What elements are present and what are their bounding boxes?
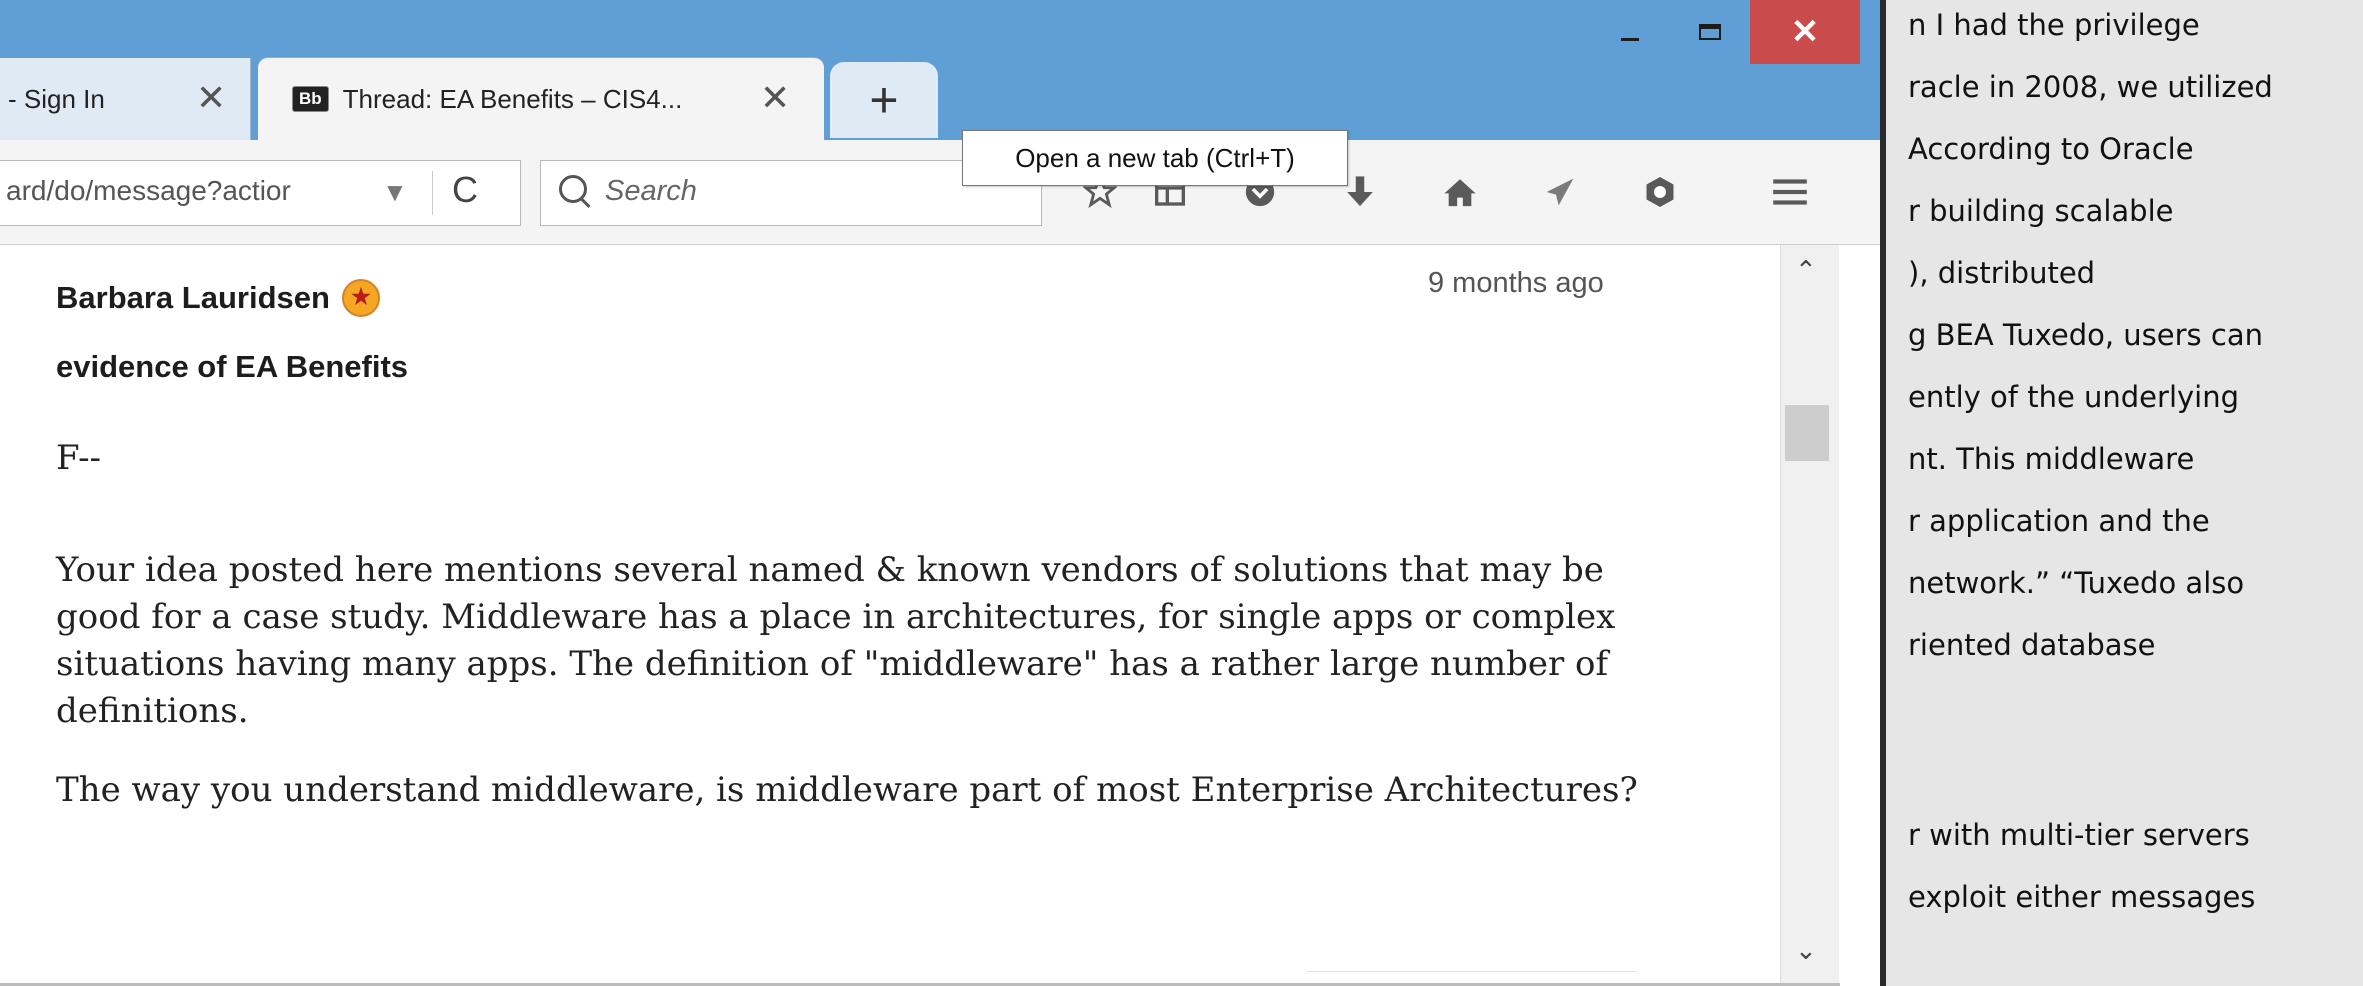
minimize-icon [1621,37,1639,41]
content-gutter [1700,245,1780,986]
doc-line: According to Oracle [1908,132,2194,166]
reload-icon[interactable]: C [452,169,478,211]
new-tab-tooltip: Open a new tab (Ctrl+T) [962,130,1348,186]
search-placeholder: Search [605,175,697,207]
scroll-thumb[interactable] [1785,405,1829,461]
url-dropdown-icon[interactable]: ▼ [382,177,408,208]
doc-line: racle in 2008, we utilized [1908,70,2273,104]
background-document: n I had the privilege racle in 2008, we … [1880,0,2363,986]
doc-line: ently of the underlying [1908,380,2240,414]
page-content: Barbara Lauridsen ★ 9 months ago evidenc… [0,245,1880,986]
scroll-down-icon[interactable]: ⌄ [1795,935,1817,966]
discussion-post: Barbara Lauridsen ★ 9 months ago evidenc… [0,245,1701,986]
maximize-button[interactable] [1670,0,1750,64]
search-icon [559,175,587,203]
url-separator [432,171,433,215]
home-icon[interactable] [1430,160,1490,224]
send-icon[interactable] [1530,160,1590,224]
doc-line: r with multi-tier servers [1908,818,2250,852]
privacy-icon[interactable] [1630,160,1690,224]
tab-sign-in[interactable]: - Sign In ✕ [0,58,251,140]
scroll-up-icon[interactable]: ⌃ [1795,255,1817,286]
maximize-icon [1699,24,1721,40]
vertical-scrollbar[interactable]: ⌃ ⌄ [1780,245,1839,986]
tab-label: Thread: EA Benefits – CIS4... [342,83,683,114]
post-paragraph: The way you understand middleware, is mi… [56,770,1638,810]
doc-line: n I had the privilege [1908,8,2200,42]
menu-icon[interactable] [1760,160,1820,224]
tab-close-icon[interactable]: ✕ [196,80,226,116]
tab-close-icon[interactable]: ✕ [760,80,790,116]
post-greeting: F-- [56,438,102,478]
author-name: Barbara Lauridsen [56,280,330,315]
title-bar: ✕ - Sign In ✕ Bb Thread: EA Benefits – C… [0,0,1880,140]
url-text: ard/do/message?actior [6,175,291,206]
doc-line: riented database [1908,628,2156,662]
tab-label: - Sign In [8,83,105,114]
doc-line: network.” “Tuxedo also [1908,566,2245,600]
plus-icon: + [869,72,899,128]
doc-line: ), distributed [1908,256,2096,290]
star-badge-icon: ★ [341,279,380,317]
doc-line: r building scalable [1908,194,2174,228]
post-author[interactable]: Barbara Lauridsen ★ [56,279,380,317]
close-window-button[interactable]: ✕ [1750,0,1860,64]
address-bar[interactable]: ard/do/message?actior ▼ C [0,160,521,226]
post-timestamp: 9 months ago [1428,267,1604,299]
post-paragraph: Your idea posted here mentions several n… [56,550,1616,731]
doc-line: r application and the [1908,504,2210,538]
doc-line: g BEA Tuxedo, users can [1908,318,2263,352]
blackboard-favicon-icon: Bb [292,86,329,112]
navigation-toolbar: ard/do/message?actior ▼ C Search [0,140,1880,245]
close-icon: ✕ [1790,13,1820,51]
doc-line: exploit either messages [1908,880,2256,914]
browser-window: ✕ - Sign In ✕ Bb Thread: EA Benefits – C… [0,0,1880,986]
minimize-button[interactable] [1590,0,1670,64]
post-subject: evidence of EA Benefits [56,349,409,384]
new-tab-button[interactable]: + [830,62,938,138]
tab-thread-ea-benefits[interactable]: Bb Thread: EA Benefits – CIS4... ✕ [258,58,824,140]
doc-line: nt. This middleware [1908,442,2195,476]
